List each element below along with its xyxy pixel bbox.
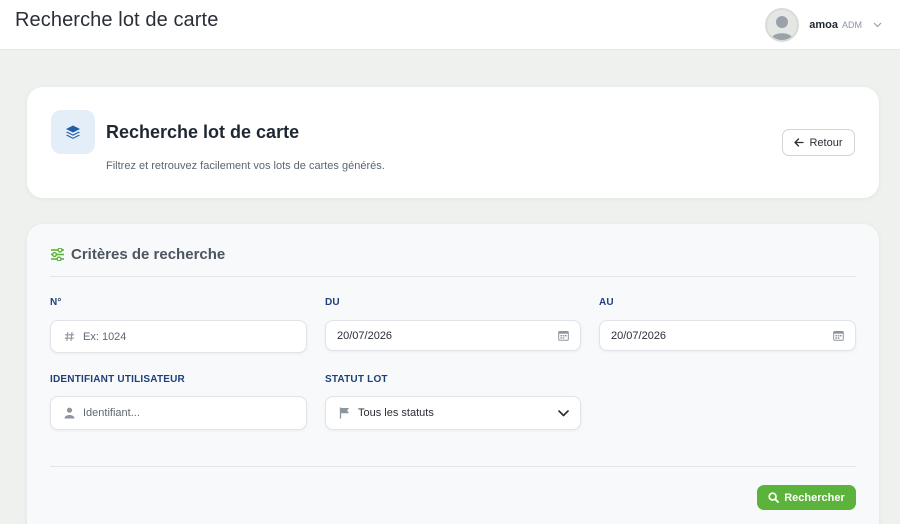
du-label: DU [325,297,340,308]
avatar[interactable] [765,8,800,42]
du-value: 20/07/2026 [337,329,393,342]
numero-placeholder: Ex: 1024 [83,330,127,343]
user-menu[interactable]: amoa ADM [765,5,882,45]
numero-input[interactable]: Ex: 1024 [50,320,307,353]
page-title: Recherche lot de carte [15,9,219,31]
search-button[interactable]: Rechercher [757,485,856,510]
user-icon [62,407,76,419]
layers-icon [51,110,95,154]
back-button-label: Retour [809,136,843,149]
sliders-icon [50,248,65,261]
chevron-down-icon[interactable] [872,20,882,30]
hash-icon [62,331,76,342]
user-avatar-icon [771,16,794,40]
divider [50,466,856,467]
arrow-left-icon [794,138,805,147]
identifiant-input[interactable]: Identifiant... [50,396,307,430]
search-button-label: Rechercher [784,491,845,504]
search-icon [768,492,780,503]
statut-select[interactable]: Tous les statuts [325,396,581,430]
identifiant-label: IDENTIFIANT UTILISATEUR [50,374,185,385]
user-role: ADM [842,20,862,30]
statut-label: STATUT LOT [325,374,388,385]
au-date-input[interactable]: 20/07/2026 [599,320,856,351]
card-title: Recherche lot de carte [106,122,300,142]
calendar-icon[interactable] [558,330,569,341]
statut-value: Tous les statuts [358,407,434,419]
back-button[interactable]: Retour [782,129,855,156]
flag-icon [337,407,351,419]
du-date-input[interactable]: 20/07/2026 [325,320,581,351]
chevron-down-icon [558,409,569,417]
header-card: Recherche lot de carte Filtrez et retrou… [27,87,879,198]
numero-label: N° [50,297,62,308]
user-name: amoa [809,19,838,31]
divider [50,276,856,277]
card-subtitle: Filtrez et retrouvez facilement vos lots… [106,160,385,172]
calendar-icon[interactable] [833,330,844,341]
search-criteria-card: Critères de recherche N° DU AU Ex: 1024 … [27,224,879,524]
au-label: AU [599,297,614,308]
au-value: 20/07/2026 [611,329,667,342]
top-bar: Recherche lot de carte amoa ADM [0,0,900,50]
criteria-header: Critères de recherche [50,246,225,263]
identifiant-placeholder: Identifiant... [83,407,140,419]
criteria-title: Critères de recherche [71,246,226,263]
